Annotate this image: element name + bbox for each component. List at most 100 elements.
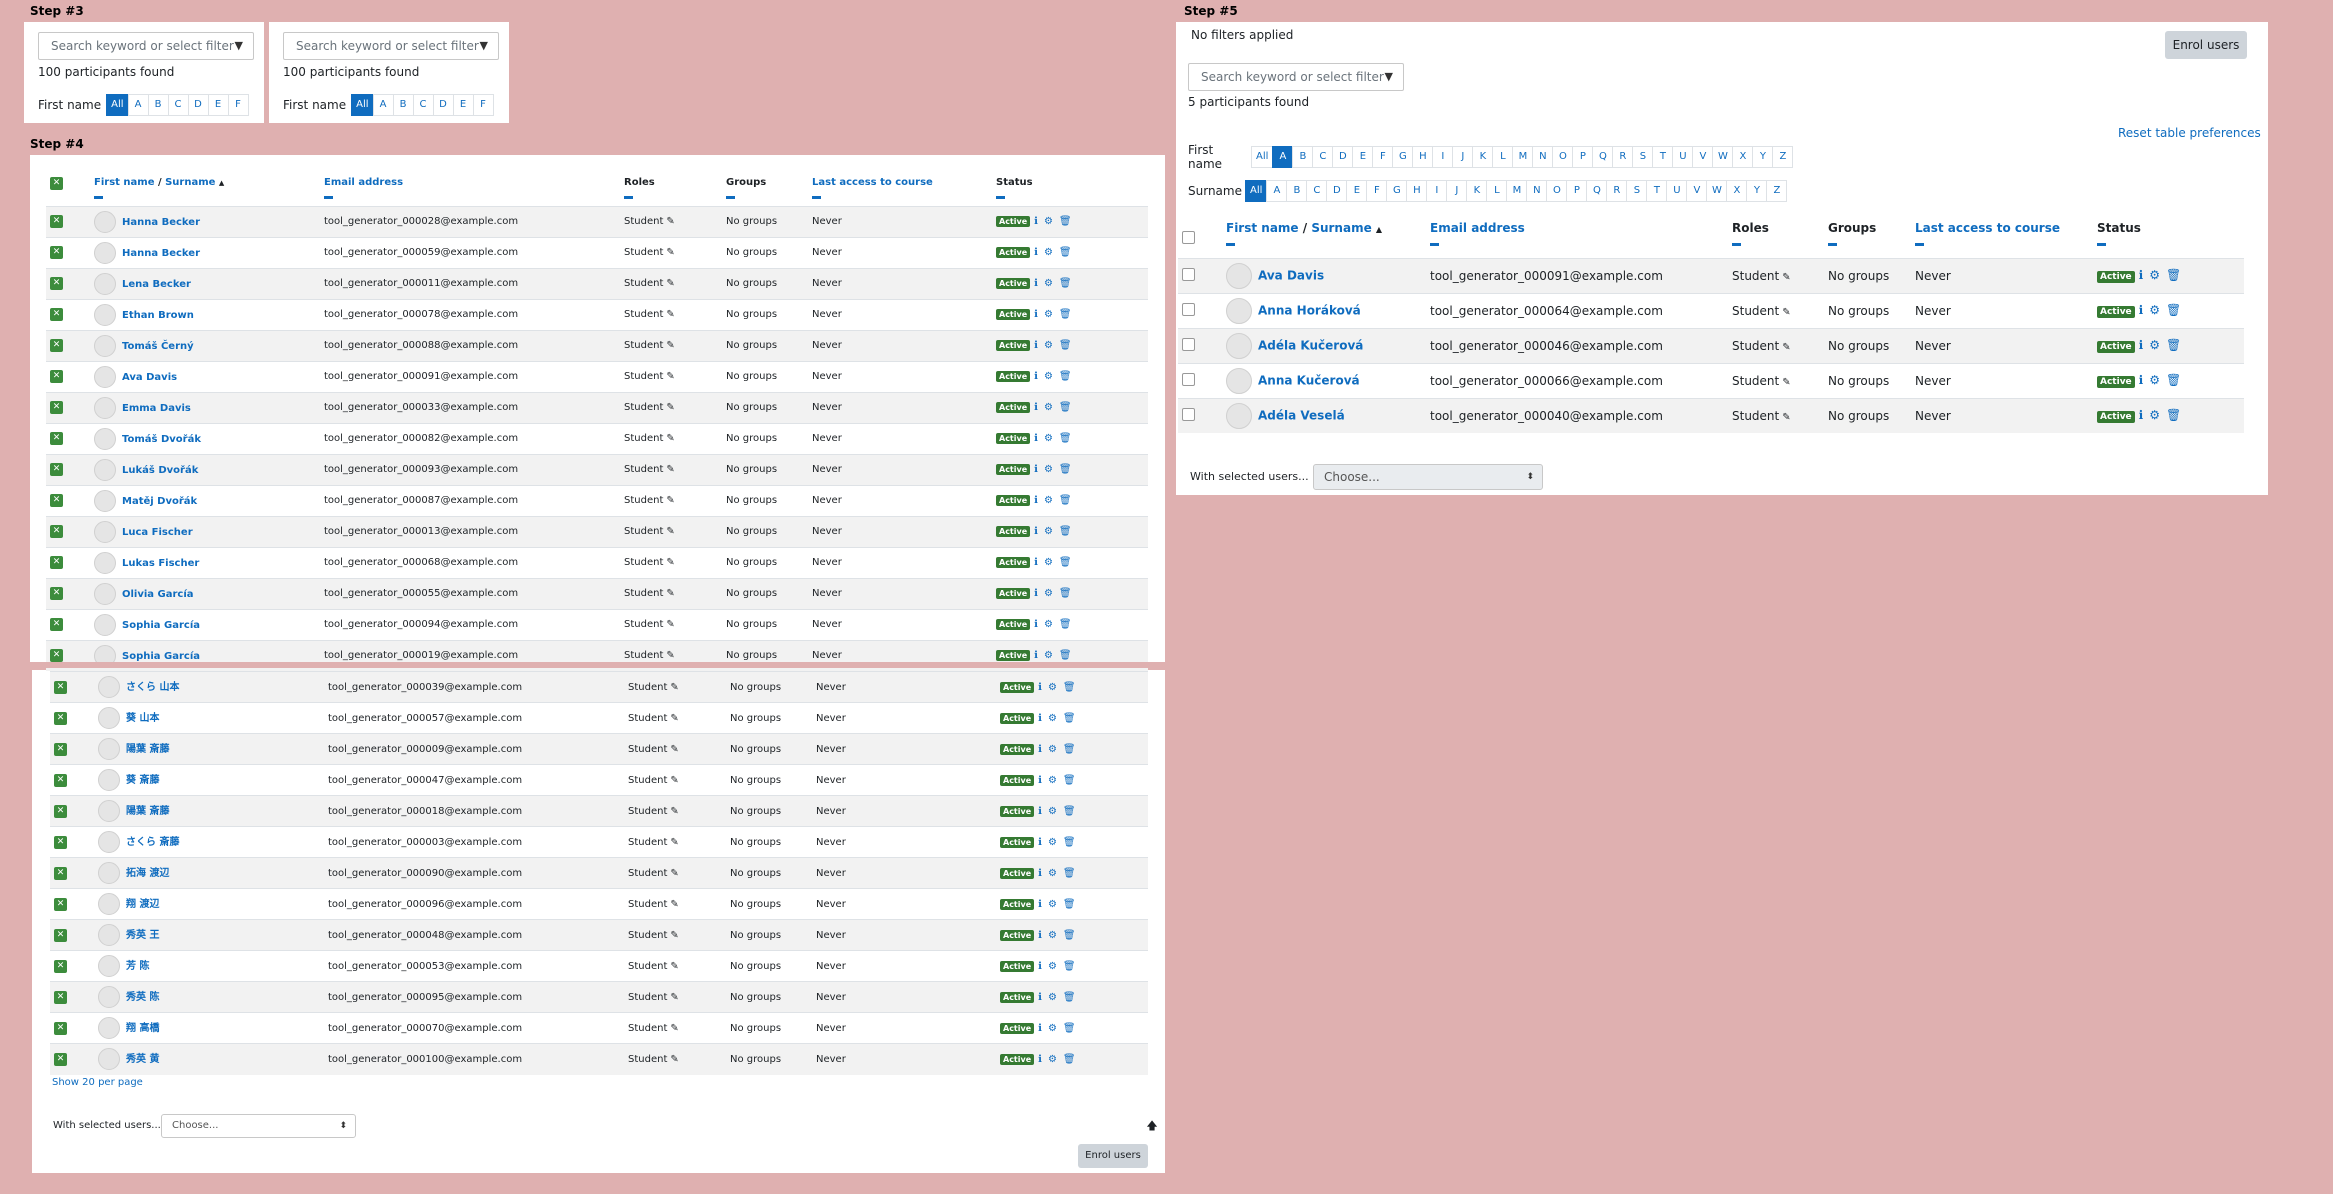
participant-name-link[interactable]: Lukáš Dvořák <box>122 465 198 476</box>
gear-icon[interactable]: ⚙ <box>1044 557 1053 568</box>
participant-name-link[interactable]: 翔 渡辺 <box>126 899 159 910</box>
row-checkbox[interactable] <box>1182 407 1195 421</box>
trash-icon[interactable]: 🗑 <box>1059 402 1072 413</box>
letter-v[interactable]: V <box>1692 146 1714 168</box>
participant-name-link[interactable]: Matěj Dvořák <box>122 496 197 507</box>
gear-icon[interactable]: ⚙ <box>1048 837 1057 848</box>
trash-icon[interactable]: 🗑 <box>1059 557 1072 568</box>
info-icon[interactable]: ℹ <box>2139 373 2144 387</box>
letter-b[interactable]: B <box>1286 180 1308 202</box>
row-checkbox[interactable] <box>1182 372 1195 386</box>
info-icon[interactable]: ℹ <box>1034 216 1038 227</box>
participant-name-link[interactable]: 葵 山本 <box>126 713 159 724</box>
trash-icon[interactable]: 🗑 <box>1063 961 1076 972</box>
info-icon[interactable]: ℹ <box>1038 806 1042 817</box>
participant-name-link[interactable]: Olivia García <box>122 589 194 600</box>
trash-icon[interactable]: 🗑 <box>1059 526 1072 537</box>
letter-e[interactable]: E <box>207 94 229 116</box>
letter-c[interactable]: C <box>412 94 434 116</box>
row-checkbox[interactable]: ✕ <box>50 246 63 259</box>
letter-a[interactable]: A <box>372 94 394 116</box>
participant-name-link[interactable]: 葵 斎藤 <box>126 775 159 786</box>
sort-lastaccess-link[interactable]: Last access to course <box>812 177 933 188</box>
row-checkbox[interactable]: ✕ <box>54 928 67 942</box>
letter-n[interactable]: N <box>1532 146 1554 168</box>
trash-icon[interactable]: 🗑 <box>1063 868 1076 879</box>
gear-icon[interactable]: ⚙ <box>1044 402 1053 413</box>
participant-name-link[interactable]: Ava Davis <box>122 372 177 383</box>
letter-q[interactable]: Q <box>1586 180 1608 202</box>
gear-icon[interactable]: ⚙ <box>1048 868 1057 879</box>
letter-s[interactable]: S <box>1632 146 1654 168</box>
pencil-icon[interactable]: ✎ <box>666 588 674 599</box>
letter-all[interactable]: All <box>351 94 374 116</box>
letter-r[interactable]: R <box>1612 146 1634 168</box>
trash-icon[interactable]: 🗑 <box>1059 371 1072 382</box>
letter-m[interactable]: M <box>1512 146 1534 168</box>
sort-firstname-link[interactable]: First name <box>1226 221 1299 235</box>
info-icon[interactable]: ℹ <box>1034 495 1038 506</box>
trash-icon[interactable]: 🗑 <box>1059 340 1072 351</box>
letter-all[interactable]: All <box>106 94 129 116</box>
gear-icon[interactable]: ⚙ <box>1044 278 1053 289</box>
trash-icon[interactable]: 🗑 <box>1059 433 1072 444</box>
pencil-icon[interactable]: ✎ <box>670 992 678 1003</box>
pencil-icon[interactable]: ✎ <box>666 619 674 630</box>
trash-icon[interactable]: 🗑 <box>1059 650 1072 661</box>
info-icon[interactable]: ℹ <box>1038 837 1042 848</box>
pencil-icon[interactable]: ✎ <box>670 1023 678 1034</box>
participant-name-link[interactable]: Ava Davis <box>1258 268 1324 282</box>
letter-t[interactable]: T <box>1652 146 1674 168</box>
info-icon[interactable]: ℹ <box>1034 464 1038 475</box>
letter-q[interactable]: Q <box>1592 146 1614 168</box>
gear-icon[interactable]: ⚙ <box>1044 650 1053 661</box>
sort-firstname-link[interactable]: First name <box>94 177 154 188</box>
info-icon[interactable]: ℹ <box>1038 868 1042 879</box>
search-input[interactable]: Search keyword or select filter ▼ <box>38 32 254 60</box>
row-checkbox[interactable]: ✕ <box>54 680 67 694</box>
trash-icon[interactable]: 🗑 <box>1059 619 1072 630</box>
letter-j[interactable]: J <box>1446 180 1468 202</box>
gear-icon[interactable]: ⚙ <box>1044 433 1053 444</box>
pencil-icon[interactable]: ✎ <box>670 775 678 786</box>
row-checkbox[interactable]: ✕ <box>54 1052 67 1066</box>
letter-x[interactable]: X <box>1732 146 1754 168</box>
row-checkbox[interactable]: ✕ <box>54 990 67 1004</box>
trash-icon[interactable]: 🗑 <box>1063 837 1076 848</box>
letter-e[interactable]: E <box>1346 180 1368 202</box>
letter-e[interactable]: E <box>1352 146 1374 168</box>
pencil-icon[interactable]: ✎ <box>670 961 678 972</box>
pencil-icon[interactable]: ✎ <box>666 371 674 382</box>
pencil-icon[interactable]: ✎ <box>666 526 674 537</box>
trash-icon[interactable]: 🗑 <box>2166 303 2181 317</box>
letter-a[interactable]: A <box>1272 146 1294 168</box>
letter-w[interactable]: W <box>1712 146 1734 168</box>
trash-icon[interactable]: 🗑 <box>1063 930 1076 941</box>
row-checkbox[interactable]: ✕ <box>50 525 63 538</box>
trash-icon[interactable]: 🗑 <box>1063 1023 1076 1034</box>
pencil-icon[interactable]: ✎ <box>1782 377 1790 388</box>
gear-icon[interactable]: ⚙ <box>1048 682 1057 693</box>
trash-icon[interactable]: 🗑 <box>1059 278 1072 289</box>
info-icon[interactable]: ℹ <box>1034 557 1038 568</box>
participant-name-link[interactable]: Hanna Becker <box>122 248 200 259</box>
row-checkbox[interactable]: ✕ <box>54 1021 67 1035</box>
participant-name-link[interactable]: Luca Fischer <box>122 527 193 538</box>
trash-icon[interactable]: 🗑 <box>2166 268 2181 282</box>
pencil-icon[interactable]: ✎ <box>1782 412 1790 423</box>
info-icon[interactable]: ℹ <box>1038 775 1042 786</box>
info-icon[interactable]: ℹ <box>2139 303 2144 317</box>
info-icon[interactable]: ℹ <box>1034 371 1038 382</box>
participant-name-link[interactable]: Emma Davis <box>122 403 191 414</box>
info-icon[interactable]: ℹ <box>1038 713 1042 724</box>
gear-icon[interactable]: ⚙ <box>1048 961 1057 972</box>
letter-y[interactable]: Y <box>1746 180 1768 202</box>
info-icon[interactable]: ℹ <box>2139 338 2144 352</box>
row-checkbox[interactable]: ✕ <box>50 587 63 600</box>
row-checkbox[interactable] <box>1182 267 1195 281</box>
letter-c[interactable]: C <box>1306 180 1328 202</box>
info-icon[interactable]: ℹ <box>1038 899 1042 910</box>
participant-name-link[interactable]: Tomáš Černý <box>122 341 194 352</box>
row-checkbox[interactable]: ✕ <box>50 618 63 631</box>
pencil-icon[interactable]: ✎ <box>1782 342 1790 353</box>
